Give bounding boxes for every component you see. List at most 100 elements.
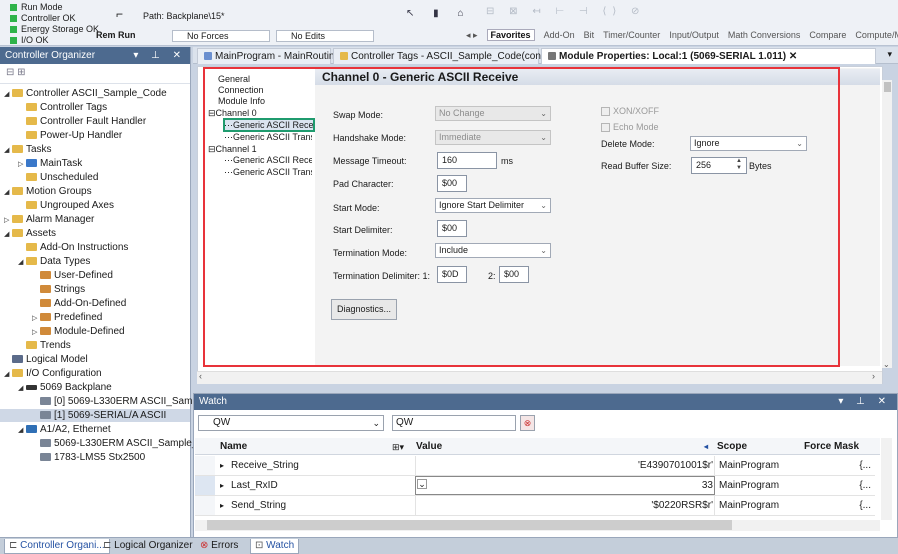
- start-mode-select[interactable]: Ignore Start Delimiter ⌄: [435, 198, 551, 213]
- diagnostics-button[interactable]: Diagnostics...: [331, 299, 397, 320]
- category-module-info[interactable]: Module Info: [218, 96, 265, 107]
- tab-errors[interactable]: ⊗ Errors: [196, 539, 242, 554]
- tree-item[interactable]: Unscheduled: [18, 171, 98, 184]
- tree-item[interactable]: ▷ Module-Defined: [32, 325, 125, 338]
- tab-watch[interactable]: ⊡ Watch: [250, 539, 300, 554]
- scrollbar-thumb[interactable]: [207, 520, 732, 530]
- tree-item[interactable]: ◢ Controller ASCII_Sample_Code: [4, 87, 167, 100]
- edits-status[interactable]: No Edits: [276, 30, 374, 42]
- expand-toggle-icon[interactable]: ◢: [18, 424, 26, 437]
- tree-item[interactable]: User-Defined: [32, 269, 113, 282]
- pad-character-input[interactable]: $00: [437, 175, 467, 192]
- tree-item[interactable]: Trends: [18, 339, 71, 352]
- nav-arrows-icon[interactable]: ◂ ▸: [466, 30, 478, 40]
- category-connection[interactable]: Connection: [218, 85, 264, 96]
- tree-item[interactable]: Add-On Instructions: [18, 241, 128, 254]
- row-header[interactable]: [195, 456, 215, 475]
- show-all-icon[interactable]: ⊞: [17, 67, 25, 78]
- category-ch0-transmit[interactable]: ⋯Generic ASCII Transmit: [224, 132, 312, 143]
- expand-toggle-icon[interactable]: ◢: [4, 368, 12, 381]
- close-icon[interactable]: ✕: [789, 51, 797, 62]
- expand-toggle-icon[interactable]: ◢: [4, 144, 12, 157]
- expand-toggle-icon[interactable]: ▸: [220, 496, 224, 515]
- spinner-icon[interactable]: ▲ ▼: [736, 158, 742, 172]
- expand-toggle-icon[interactable]: ▸: [220, 476, 224, 495]
- tree-item[interactable]: ◢ Tasks: [4, 143, 52, 156]
- category-ch1-transmit[interactable]: ⋯Generic ASCII Transmit: [224, 167, 312, 178]
- tab-module-properties[interactable]: Module Properties: Local:1 (5069-SERIAL …: [541, 48, 876, 64]
- expand-toggle-icon[interactable]: ◢: [18, 256, 26, 269]
- row-header[interactable]: [195, 476, 215, 495]
- column-value[interactable]: Value: [416, 440, 442, 454]
- watch-row[interactable]: ▸ Receive_String 'E4390701001$r' MainProgra…: [195, 456, 875, 476]
- expand-toggle-icon[interactable]: ◢: [4, 228, 12, 241]
- category-ch1-receive[interactable]: ⋯Generic ASCII Receive: [224, 155, 312, 166]
- panel-window-controls[interactable]: ▾ ⊥ ✕: [133, 47, 186, 64]
- termination-delimiter-1-input[interactable]: $0D: [437, 266, 467, 283]
- expand-toggle-icon[interactable]: ▷: [32, 326, 40, 339]
- scroll-right-icon[interactable]: ›: [872, 371, 875, 381]
- category-channel-1[interactable]: ⊟Channel 1: [208, 144, 257, 155]
- tree-item[interactable]: [0] 5069-L330ERM ASCII_Samp: [32, 395, 198, 408]
- tab-list-icon[interactable]: ▾: [887, 49, 892, 60]
- tree-item[interactable]: Power-Up Handler: [18, 129, 122, 142]
- instruction-tab-add-on[interactable]: Add-On: [544, 30, 575, 40]
- tab-controller-tags[interactable]: Controller Tags - ASCII_Sample_Code(cont…: [333, 48, 569, 64]
- tree-item[interactable]: Strings: [32, 283, 85, 296]
- tree-item[interactable]: 1783-LMS5 Stx2500: [32, 451, 145, 464]
- collapse-all-icon[interactable]: ⊟: [6, 67, 14, 78]
- tree-item[interactable]: ◢ A1/A2, Ethernet: [18, 423, 111, 436]
- instruction-tab-compute-math[interactable]: Compute/Math: [855, 30, 898, 40]
- scrollbar-thumb[interactable]: [884, 82, 891, 92]
- tab-logical-organizer[interactable]: ⊏ Logical Organizer: [99, 539, 197, 554]
- tree-item[interactable]: Ungrouped Axes: [18, 199, 114, 212]
- expand-toggle-icon[interactable]: ▸: [220, 456, 224, 475]
- collapse-icon[interactable]: ⊟: [208, 144, 216, 154]
- watch-filter-input[interactable]: QW: [392, 415, 516, 431]
- instruction-tab-input-output[interactable]: Input/Output: [669, 30, 719, 40]
- termination-mode-select[interactable]: Include ⌄: [435, 243, 551, 258]
- expand-toggle-icon[interactable]: ▷: [32, 312, 40, 325]
- tree-item[interactable]: ▷ Predefined: [32, 311, 102, 324]
- tree-item[interactable]: ◢ Data Types: [18, 255, 90, 268]
- column-filter-icon[interactable]: ⊞▾: [392, 440, 404, 454]
- tree-item[interactable]: Add-On-Defined: [32, 297, 126, 310]
- tree-item[interactable]: ◢ 5069 Backplane: [18, 381, 112, 394]
- instruction-tab-favorites[interactable]: Favorites: [486, 29, 535, 41]
- instruction-tab-math-conversions[interactable]: Math Conversions: [728, 30, 801, 40]
- category-channel-0[interactable]: ⊟Channel 0: [208, 108, 257, 119]
- config-vertical-scrollbar[interactable]: [882, 80, 892, 368]
- config-horizontal-scrollbar[interactable]: [197, 371, 882, 384]
- expand-toggle-icon[interactable]: ▷: [4, 214, 12, 227]
- scroll-left-icon[interactable]: ‹: [199, 371, 202, 381]
- tree-item[interactable]: Controller Tags: [18, 101, 107, 114]
- scope-select[interactable]: QW ⌄: [198, 415, 384, 431]
- column-force-mask[interactable]: Force Mask: [804, 440, 859, 454]
- tree-item[interactable]: ▷ MainTask: [18, 157, 82, 170]
- tree-item[interactable]: ◢ I/O Configuration: [4, 367, 102, 380]
- start-delimiter-input[interactable]: $00: [437, 220, 467, 237]
- tab-main-routine[interactable]: MainProgram - MainRoutine: [197, 48, 340, 64]
- expand-toggle-icon[interactable]: ◢: [4, 88, 12, 101]
- expand-toggle-icon[interactable]: ◢: [4, 186, 12, 199]
- tree-item[interactable]: 5069-L330ERM ASCII_Sample_: [32, 437, 197, 450]
- expand-toggle-icon[interactable]: ◢: [18, 382, 26, 395]
- category-general[interactable]: General: [218, 74, 250, 85]
- panel-window-controls[interactable]: ▾ ⊥ ✕: [838, 394, 891, 410]
- ladder-element-icons[interactable]: ⊟ ⊠ ↤ ⊢ ⊣ ⟨⟩ ⊘: [486, 6, 645, 17]
- tree-item[interactable]: ◢ Motion Groups: [4, 185, 92, 198]
- delete-mode-select[interactable]: Ignore ⌄: [690, 136, 807, 151]
- tab-controller-organizer[interactable]: ⊏ Controller Organi...: [4, 539, 110, 554]
- expand-toggle-icon[interactable]: ▷: [18, 158, 26, 171]
- category-ch0-receive[interactable]: ⋯Generic ASCII Receive: [224, 120, 326, 131]
- network-icons[interactable]: ↖ ▮ ⌂: [406, 8, 471, 19]
- tree-item[interactable]: Logical Model: [4, 353, 88, 366]
- instruction-tab-timer-counter[interactable]: Timer/Counter: [603, 30, 660, 40]
- tree-item[interactable]: ◢ Assets: [4, 227, 56, 240]
- collapse-icon[interactable]: ⊟: [208, 108, 216, 118]
- tree-item[interactable]: Controller Fault Handler: [18, 115, 146, 128]
- tree-item[interactable]: ▷ Alarm Manager: [4, 213, 94, 226]
- watch-vertical-scrollbar[interactable]: [881, 438, 892, 520]
- termination-delimiter-2-input[interactable]: $00: [499, 266, 529, 283]
- watch-value-cell[interactable]: [415, 476, 715, 495]
